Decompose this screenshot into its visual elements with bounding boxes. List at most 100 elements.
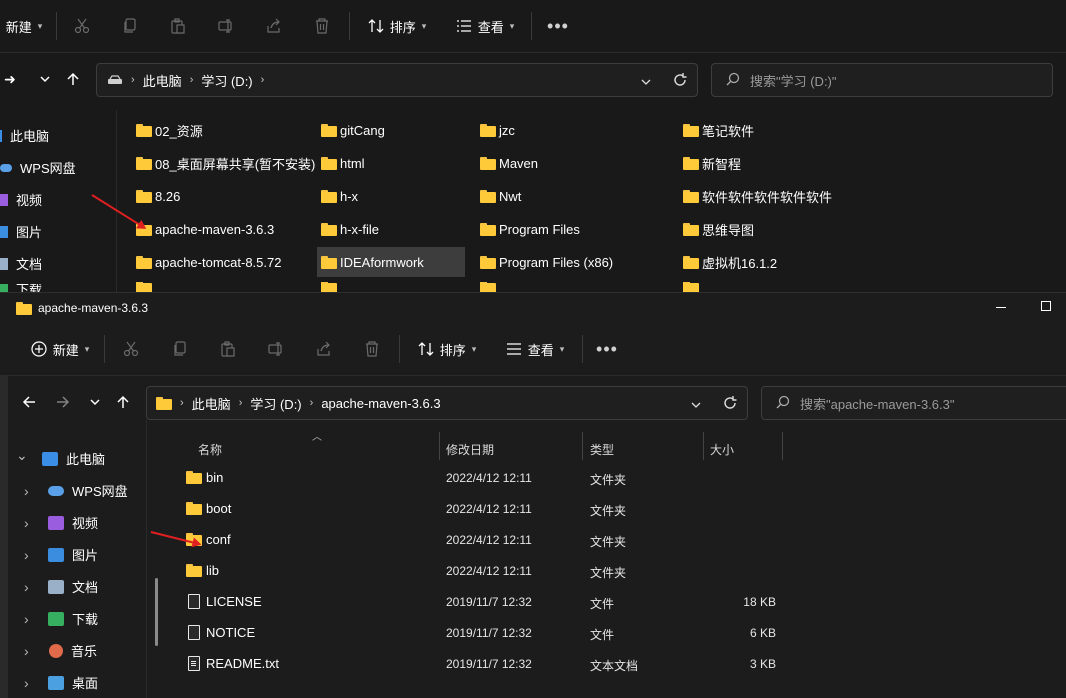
folder-item-partial[interactable]: [317, 282, 343, 292]
search-input[interactable]: 搜索"学习 (D:)": [711, 63, 1053, 97]
sidebar-item-music[interactable]: › 音乐: [24, 641, 97, 660]
up-arrow-icon[interactable]: [58, 64, 88, 94]
recent-chevron-icon[interactable]: [30, 64, 60, 94]
sidebar-item-wps[interactable]: WPS网盘: [0, 158, 76, 177]
breadcrumb-item[interactable]: 此电脑: [143, 71, 182, 90]
cut-icon[interactable]: [64, 10, 100, 42]
up-arrow-icon[interactable]: [108, 387, 138, 417]
folder-item[interactable]: gitCang: [317, 115, 391, 145]
sidebar-item-videos[interactable]: 视频: [0, 190, 42, 209]
paste-icon[interactable]: [210, 333, 246, 365]
address-dropdown-icon[interactable]: [691, 398, 701, 413]
view-button[interactable]: 查看 ▾: [500, 333, 570, 365]
folder-item[interactable]: Program Files: [476, 214, 586, 244]
folder-item[interactable]: Maven: [476, 148, 544, 178]
sidebar-item-this-pc[interactable]: 此电脑: [0, 126, 49, 145]
address-bar[interactable]: › 此电脑 › 学习 (D:) ›: [96, 63, 698, 97]
forward-arrow-icon[interactable]: ➜: [0, 64, 20, 94]
chevron-right-icon[interactable]: ›: [24, 547, 36, 563]
folder-item-partial[interactable]: [132, 282, 158, 292]
chevron-right-icon[interactable]: ›: [24, 675, 36, 691]
folder-item[interactable]: Program Files (x86): [476, 247, 619, 277]
sidebar-item-pictures[interactable]: 图片: [0, 222, 42, 241]
breadcrumb-item[interactable]: apache-maven-3.6.3: [321, 396, 440, 411]
cut-icon[interactable]: [113, 333, 149, 365]
folder-item-partial[interactable]: [679, 282, 705, 292]
folder-item[interactable]: 08_桌面屏幕共享(暂不安装): [132, 148, 321, 178]
sidebar-item-this-pc[interactable]: ⌄ 此电脑: [16, 447, 105, 468]
file-row[interactable]: LICENSE 2019/11/7 12:32 文件 18 KB: [168, 587, 788, 618]
sidebar-item-wps[interactable]: › WPS网盘: [24, 481, 128, 500]
sort-button[interactable]: 排序 ▾: [362, 10, 432, 42]
folder-item[interactable]: 软件软件软件软件软件: [679, 181, 838, 211]
breadcrumb-item[interactable]: 学习 (D:): [250, 394, 301, 413]
refresh-icon[interactable]: [723, 396, 737, 413]
more-options-icon[interactable]: •••: [589, 333, 625, 365]
paste-icon[interactable]: [160, 10, 196, 42]
rename-icon[interactable]: [258, 333, 294, 365]
column-divider[interactable]: [582, 432, 583, 460]
delete-icon[interactable]: [354, 333, 390, 365]
sidebar-scrollbar[interactable]: [155, 578, 158, 646]
folder-item[interactable]: html: [317, 148, 371, 178]
file-row[interactable]: boot 2022/4/12 12:11 文件夹: [168, 494, 788, 525]
column-divider[interactable]: [703, 432, 704, 460]
column-header-size[interactable]: 大小: [710, 441, 734, 458]
folder-item[interactable]: 新智程: [679, 148, 747, 178]
view-button[interactable]: 查看 ▾: [450, 10, 520, 42]
folder-item[interactable]: 笔记软件: [679, 115, 760, 145]
sidebar-item-downloads[interactable]: › 下载: [24, 609, 98, 628]
chevron-right-icon[interactable]: ›: [24, 579, 36, 595]
address-bar[interactable]: › 此电脑 › 学习 (D:) › apache-maven-3.6.3: [146, 386, 748, 420]
copy-icon[interactable]: [162, 333, 198, 365]
minimize-icon[interactable]: [996, 307, 1006, 308]
folder-item[interactable]: Nwt: [476, 181, 527, 211]
new-button[interactable]: 新建 ▾: [0, 10, 48, 42]
file-row[interactable]: conf 2022/4/12 12:11 文件夹: [168, 525, 788, 556]
column-divider[interactable]: [782, 432, 783, 460]
sidebar-item-videos[interactable]: › 视频: [24, 513, 98, 532]
folder-item[interactable]: apache-tomcat-8.5.72: [132, 247, 287, 277]
sidebar-item-pictures[interactable]: › 图片: [24, 545, 98, 564]
more-options-icon[interactable]: •••: [540, 10, 576, 42]
search-input[interactable]: 搜索"apache-maven-3.6.3": [761, 386, 1066, 420]
sidebar-item-documents[interactable]: › 文档: [24, 577, 98, 596]
recent-chevron-icon[interactable]: [80, 387, 110, 417]
folder-item[interactable]: 思维导图: [679, 214, 760, 244]
breadcrumb-item[interactable]: 此电脑: [192, 394, 231, 413]
share-icon[interactable]: [306, 333, 342, 365]
sidebar-item-downloads[interactable]: 下载: [0, 284, 42, 292]
chevron-down-icon[interactable]: ⌄: [16, 447, 28, 464]
folder-item[interactable]: 虚拟机16.1.2: [679, 247, 783, 277]
forward-arrow-icon[interactable]: [48, 387, 78, 417]
column-divider[interactable]: [439, 432, 440, 460]
folder-item[interactable]: h-x: [317, 181, 364, 211]
breadcrumb-item[interactable]: 学习 (D:): [201, 71, 252, 90]
maximize-icon[interactable]: [1041, 301, 1051, 311]
folder-item[interactable]: IDEAformwork: [317, 247, 465, 277]
chevron-right-icon[interactable]: ›: [24, 643, 36, 659]
new-button[interactable]: 新建 ▾: [26, 333, 94, 365]
column-header-name[interactable]: 名称: [198, 441, 222, 458]
refresh-icon[interactable]: [673, 73, 687, 90]
folder-item[interactable]: 8.26: [132, 181, 186, 211]
file-row[interactable]: lib 2022/4/12 12:11 文件夹: [168, 556, 788, 587]
folder-item[interactable]: h-x-file: [317, 214, 385, 244]
column-header-type[interactable]: 类型: [590, 441, 614, 458]
chevron-right-icon[interactable]: ›: [24, 611, 36, 627]
rename-icon[interactable]: [208, 10, 244, 42]
address-dropdown-icon[interactable]: [641, 75, 651, 90]
column-header-date[interactable]: 修改日期: [446, 441, 494, 458]
delete-icon[interactable]: [304, 10, 340, 42]
file-row[interactable]: bin 2022/4/12 12:11 文件夹: [168, 463, 788, 494]
folder-item-partial[interactable]: [476, 282, 502, 292]
folder-item[interactable]: 02_资源: [132, 115, 209, 145]
folder-item[interactable]: jzc: [476, 115, 521, 145]
chevron-right-icon[interactable]: ›: [24, 515, 36, 531]
sidebar-item-desktop[interactable]: › 桌面: [24, 673, 98, 692]
chevron-right-icon[interactable]: ›: [24, 483, 36, 499]
folder-item[interactable]: apache-maven-3.6.3: [132, 214, 280, 244]
sidebar-item-documents[interactable]: 文档: [0, 254, 42, 273]
copy-icon[interactable]: [112, 10, 148, 42]
file-row[interactable]: NOTICE 2019/11/7 12:32 文件 6 KB: [168, 618, 788, 649]
